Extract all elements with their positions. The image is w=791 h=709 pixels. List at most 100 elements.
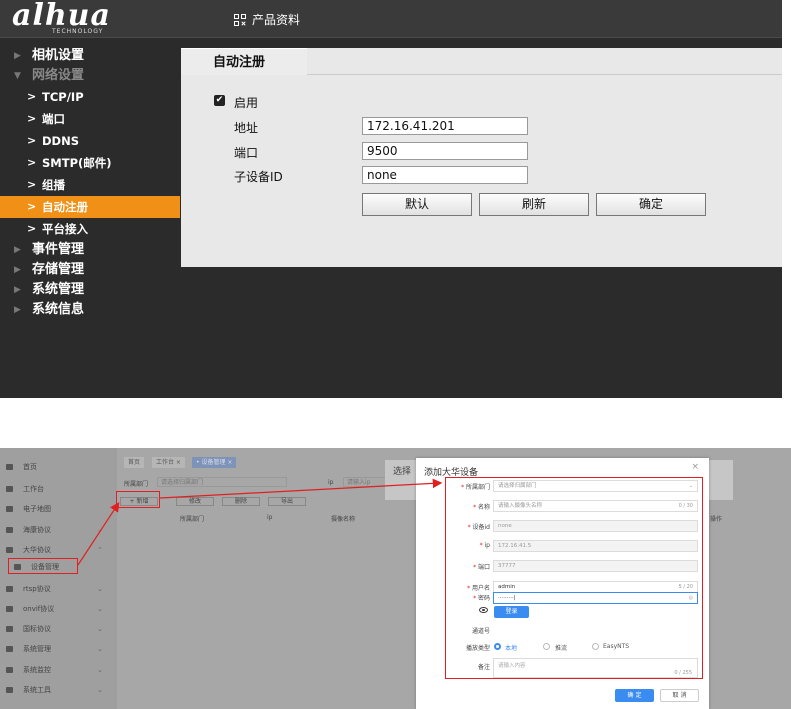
col-header-camera-name: 摄像名称 (331, 516, 356, 523)
monitor-icon (6, 667, 13, 673)
product-info-label: 产品资料 (252, 13, 301, 27)
port-input[interactable]: 9500 (362, 142, 528, 160)
close-icon[interactable]: × (691, 462, 699, 472)
address-label: 地址 (234, 121, 259, 135)
sidebar-sub-auto-register[interactable]: > 自动注册 (0, 196, 180, 218)
auto-register-panel: 自动注册 ✔ 启用 地址 172.16.41.201 端口 9500 子设备ID… (181, 48, 782, 267)
product-info-link[interactable]: 产品资料 (234, 11, 300, 28)
home-icon (6, 464, 13, 470)
port-label: 端口 (234, 146, 259, 160)
tab-auto-register[interactable]: 自动注册 (181, 48, 307, 75)
triangle-right-icon: ▶ (14, 245, 21, 255)
sidebar-item-storage[interactable]: ▶ 存储管理 (0, 260, 180, 280)
protocol-icon (6, 626, 13, 632)
chevron-down-icon: ⌄ (97, 585, 103, 593)
sidebar-item-label: 网络设置 (32, 68, 85, 83)
default-button[interactable]: 默认 (362, 193, 472, 216)
subdevice-id-input[interactable]: none (362, 166, 528, 184)
sidebar-sub-multicast[interactable]: > 组播 (0, 174, 180, 196)
enable-checkbox[interactable]: ✔ (214, 95, 225, 106)
edit-button[interactable]: 修改 (176, 497, 214, 506)
sidebar-item-label: TCP/IP (42, 90, 84, 104)
sidebar-item-label: 系统管理 (32, 282, 85, 297)
refresh-button[interactable]: 刷新 (479, 193, 589, 216)
screenshot-root: alhua TECHNOLOGY 产品资料 ▶ 相机设置 ▼ 网络设置 > TCP/I… (0, 0, 791, 709)
tab-divider (307, 74, 782, 75)
sidebar-sub-port[interactable]: > 端口 (0, 108, 180, 130)
map-icon (6, 506, 13, 512)
chevron-down-icon: ⌄ (97, 666, 103, 674)
sidebar-item-rtsp[interactable]: rtsp协议 ⌄ (0, 580, 117, 598)
filter-dept-select[interactable]: 请选择归属部门 (157, 477, 287, 487)
protocol-icon (6, 586, 13, 592)
top-header: alhua TECHNOLOGY 产品资料 (0, 0, 782, 38)
protocol-icon (6, 547, 13, 553)
workbench-icon (6, 486, 13, 492)
triangle-right-icon: ▶ (14, 305, 21, 315)
sidebar-item-camera[interactable]: ▶ 相机设置 (0, 46, 180, 66)
chevron-down-icon: ⌄ (97, 605, 103, 613)
sidebar-item-label: 大华协议 (23, 546, 51, 554)
sidebar-item-sysmanage[interactable]: 系统管理 ⌄ (0, 640, 117, 658)
grid-icon (234, 13, 246, 26)
sidebar-sub-ddns[interactable]: > DDNS (0, 130, 180, 152)
sidebar-item-label: 事件管理 (32, 242, 85, 257)
dahua-logo-sub: TECHNOLOGY (52, 28, 104, 35)
camera-web-ui: alhua TECHNOLOGY 产品资料 ▶ 相机设置 ▼ 网络设置 > TCP/I… (0, 0, 782, 398)
subdevice-id-label: 子设备ID (234, 170, 283, 184)
tab-device-manage[interactable]: • 设备管理 × (192, 457, 237, 468)
triangle-right-icon: ▶ (14, 265, 21, 275)
chevron-right-icon: > (27, 200, 37, 213)
confirm-button[interactable]: 确定 (596, 193, 706, 216)
sidebar-item-label: 相机设置 (32, 48, 85, 63)
sidebar-item-monitor[interactable]: 系统监控 ⌄ (0, 661, 117, 679)
delete-button[interactable]: 删除 (222, 497, 260, 506)
tab-workbench[interactable]: 工作台 × (152, 457, 185, 468)
chevron-down-icon: ⌄ (97, 526, 103, 534)
sidebar-item-label: 自动注册 (42, 200, 88, 214)
dialog-cancel-button[interactable]: 取 消 (660, 689, 699, 702)
sidebar-item-events[interactable]: ▶ 事件管理 (0, 240, 180, 260)
sidebar-item-label: 工作台 (23, 485, 44, 493)
tab-home[interactable]: 首页 (124, 457, 145, 468)
sidebar-item-dahua[interactable]: 大华协议 ⌃ (0, 541, 117, 559)
chevron-up-icon: ⌃ (97, 546, 103, 554)
tools-icon (6, 687, 13, 693)
triangle-down-icon: ▼ (14, 71, 21, 81)
col-header-ip: ip (267, 514, 273, 521)
sidebar-sub-tcpip[interactable]: > TCP/IP (0, 86, 180, 108)
chevron-right-icon: > (27, 90, 37, 103)
sidebar-sub-platform[interactable]: > 平台接入 (0, 218, 180, 240)
sidebar-item-label: SMTP(邮件) (42, 156, 112, 170)
export-button[interactable]: 导出 (268, 497, 306, 506)
device-manage-highlight (8, 558, 78, 574)
sidebar-item-label: 组播 (42, 178, 65, 192)
sidebar-item-gb[interactable]: 国标协议 ⌄ (0, 620, 117, 638)
sidebar-item-onvif[interactable]: onvif协议 ⌄ (0, 600, 117, 618)
sidebar-item-hik[interactable]: 海康协议 ⌄ (0, 521, 117, 539)
sidebar-item-home[interactable]: 首页 (0, 458, 117, 476)
sidebar-item-workbench[interactable]: 工作台 (0, 480, 117, 498)
filter-ip-input[interactable]: 请输入ip (343, 477, 387, 487)
sidebar-item-system[interactable]: ▶ 系统管理 (0, 280, 180, 300)
chevron-right-icon: > (27, 222, 37, 235)
protocol-icon (6, 606, 13, 612)
form-highlight (445, 477, 703, 679)
sidebar-item-label: 电子地图 (23, 505, 51, 513)
sidebar-item-label: rtsp协议 (23, 585, 51, 593)
sidebar-item-map[interactable]: 电子地图 (0, 500, 117, 518)
address-input[interactable]: 172.16.41.201 (362, 117, 528, 135)
dialog-ok-button[interactable]: 确 定 (615, 689, 654, 702)
chevron-down-icon: ⌄ (97, 645, 103, 653)
triangle-right-icon: ▶ (14, 285, 21, 295)
sidebar-item-label: DDNS (42, 134, 79, 148)
sidebar-item-tools[interactable]: 系统工具 ⌄ (0, 681, 117, 699)
sidebar-sub-smtp[interactable]: > SMTP(邮件) (0, 152, 180, 174)
filter-dept-label: 所属部门 (124, 481, 149, 488)
enable-label: 启用 (234, 96, 259, 110)
sidebar-item-network[interactable]: ▼ 网络设置 (0, 66, 180, 86)
sidebar-item-sysinfo[interactable]: ▶ 系统信息 (0, 300, 180, 320)
sidebar-item-label: onvif协议 (23, 605, 55, 613)
sidebar-item-label: 系统管理 (23, 645, 51, 653)
sidebar-item-label: 首页 (23, 463, 37, 471)
